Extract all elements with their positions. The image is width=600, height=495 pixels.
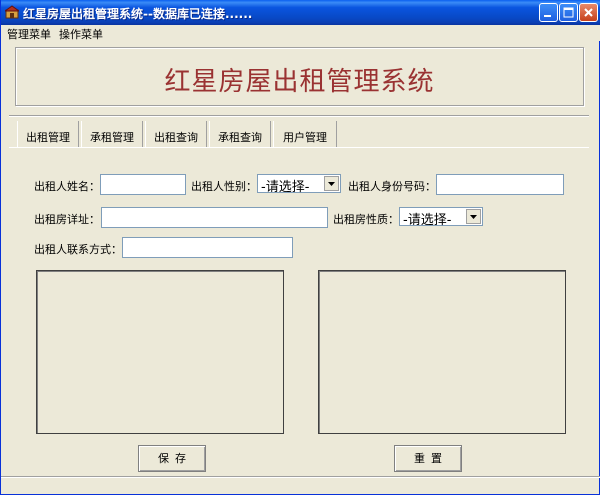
menu-operate[interactable]: 操作菜单 bbox=[59, 26, 103, 42]
minimize-button[interactable] bbox=[539, 3, 558, 22]
reset-button[interactable]: 重置 bbox=[394, 445, 462, 472]
chevron-down-icon bbox=[328, 182, 335, 186]
minimize-icon bbox=[544, 15, 551, 17]
menu-manage[interactable]: 管理菜单 bbox=[7, 26, 51, 42]
landlord-gender-select[interactable]: -请选择- bbox=[257, 174, 341, 195]
tab-rent-in-manage[interactable]: 承租管理 bbox=[81, 121, 143, 148]
tab-rent-out-query[interactable]: 出租查询 bbox=[145, 121, 207, 148]
maximize-button[interactable] bbox=[559, 3, 578, 22]
app-icon bbox=[5, 5, 19, 19]
banner-panel: 红星房屋出租管理系统 bbox=[15, 47, 584, 106]
tab-rent-out-manage[interactable]: 出租管理 bbox=[17, 121, 79, 148]
landlord-id-input[interactable] bbox=[436, 174, 564, 195]
chevron-down-icon bbox=[470, 215, 477, 219]
header-divider bbox=[9, 115, 589, 117]
landlord-name-input[interactable] bbox=[100, 174, 186, 195]
window-title: 红星房屋出租管理系统--数据库已连接...... bbox=[23, 7, 253, 21]
main-window: 红星房屋出租管理系统--数据库已连接...... 管理菜单 操作菜单 红星房屋出… bbox=[0, 0, 600, 495]
tab-user-manage[interactable]: 用户管理 bbox=[273, 121, 337, 148]
landlord-gender-value: -请选择- bbox=[261, 180, 310, 195]
landlord-gender-label: 出租人性别： bbox=[191, 180, 257, 193]
dropdown-arrow-button[interactable] bbox=[324, 176, 339, 191]
maximize-icon bbox=[563, 7, 574, 18]
close-button[interactable] bbox=[579, 3, 598, 22]
menu-bar: 管理菜单 操作菜单 bbox=[1, 25, 600, 41]
landlord-contact-input[interactable] bbox=[122, 237, 293, 258]
right-list-box[interactable] bbox=[318, 270, 566, 434]
landlord-contact-label: 出租人联系方式： bbox=[34, 243, 122, 256]
save-button[interactable]: 保存 bbox=[138, 445, 206, 472]
property-address-input[interactable] bbox=[101, 207, 328, 228]
title-bar[interactable]: 红星房屋出租管理系统--数据库已连接...... bbox=[1, 0, 600, 25]
banner-title: 红星房屋出租管理系统 bbox=[164, 67, 435, 97]
property-type-select[interactable]: -请选择- bbox=[399, 207, 483, 228]
landlord-id-label: 出租人身份号码： bbox=[348, 180, 436, 193]
dropdown-arrow-button[interactable] bbox=[466, 209, 481, 224]
left-list-box[interactable] bbox=[36, 270, 284, 434]
property-address-label: 出租房详址： bbox=[34, 213, 100, 226]
property-type-label: 出租房性质： bbox=[333, 213, 399, 226]
close-icon bbox=[584, 8, 593, 17]
tab-baseline bbox=[9, 147, 589, 148]
status-divider bbox=[1, 476, 600, 478]
tab-rent-in-query[interactable]: 承租查询 bbox=[209, 121, 271, 148]
landlord-name-label: 出租人姓名： bbox=[34, 180, 100, 193]
property-type-value: -请选择- bbox=[403, 213, 452, 228]
